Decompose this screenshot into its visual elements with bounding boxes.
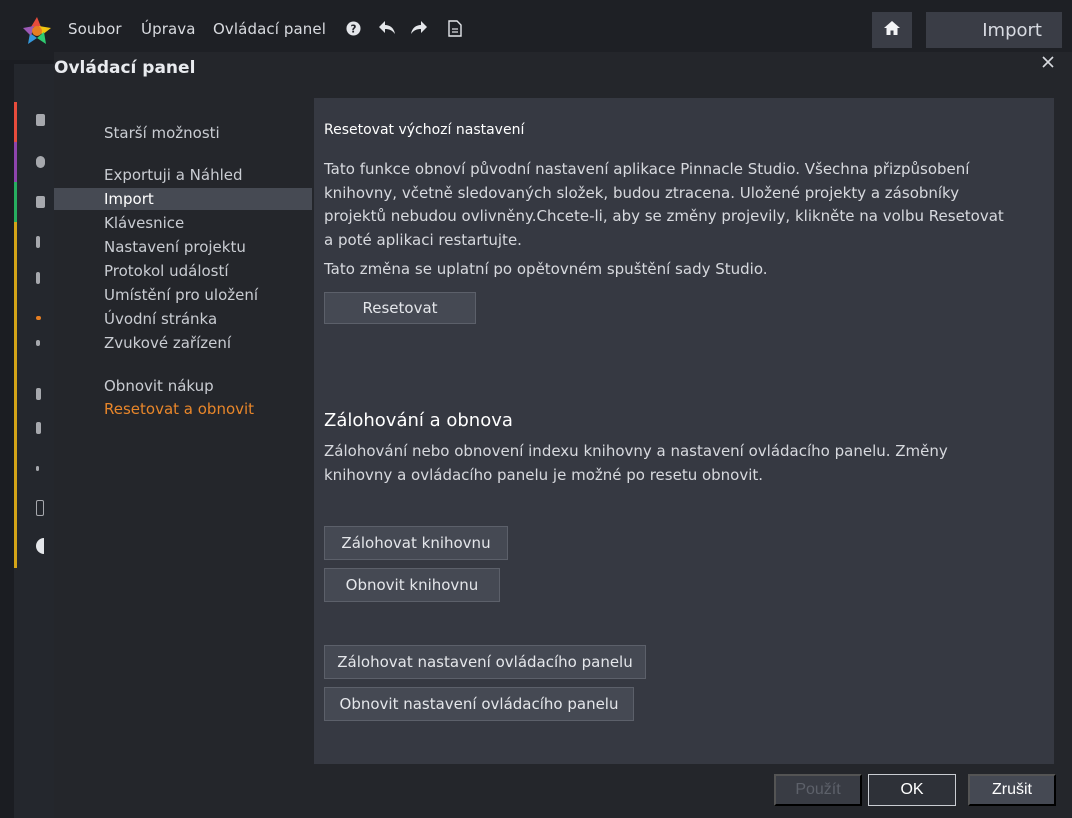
- bg-glyph: [36, 422, 41, 434]
- ok-button[interactable]: OK: [868, 774, 956, 806]
- bg-glyph: [36, 236, 40, 248]
- menu-file[interactable]: Soubor: [68, 20, 122, 38]
- sidebar-item-start-page[interactable]: Úvodní stránka: [54, 308, 312, 330]
- close-icon: [1042, 53, 1054, 72]
- dialog-title: Ovládací panel: [54, 58, 196, 78]
- tab-import[interactable]: Import: [926, 12, 1062, 48]
- document-icon[interactable]: [446, 19, 464, 37]
- bg-glyph: [36, 196, 45, 208]
- sidebar-item-reset-restore[interactable]: Resetovat a obnovit: [54, 398, 312, 420]
- sidebar-item-event-log[interactable]: Protokol událostí: [54, 260, 312, 282]
- bg-glyph: [36, 316, 41, 320]
- reset-section-title: Resetovat výchozí nastavení: [324, 122, 525, 138]
- reset-desc-line: projektů nebudou ovlivněny.Chcete-li, ab…: [324, 207, 1004, 225]
- menu-control-panel[interactable]: Ovládací panel: [213, 20, 326, 38]
- bg-glyph: [36, 156, 45, 168]
- undo-icon[interactable]: [378, 19, 396, 37]
- reset-desc-line: Tato funkce obnoví původní nastavení apl…: [324, 160, 970, 178]
- backup-library-button[interactable]: Zálohovat knihovnu: [324, 526, 508, 560]
- backup-desc-line: Zálohování nebo obnovení indexu knihovny…: [324, 442, 948, 460]
- home-button[interactable]: [872, 12, 912, 48]
- restore-settings-button[interactable]: Obnovit nastavení ovládacího panelu: [324, 687, 634, 721]
- sidebar-item-save-locations[interactable]: Umístění pro uložení: [54, 284, 312, 306]
- bg-tab-purple: [14, 142, 17, 182]
- settings-sidebar: Starší možnosti Exportuji a Náhled Impor…: [54, 98, 314, 764]
- svg-text:?: ?: [350, 23, 356, 35]
- bg-glyph: [36, 272, 40, 284]
- bg-glyph: [36, 340, 40, 346]
- help-icon[interactable]: ?: [344, 19, 362, 37]
- sidebar-item-audio-device[interactable]: Zvukové zařízení: [54, 332, 312, 354]
- redo-icon[interactable]: [410, 19, 428, 37]
- reset-desc-line: knihovny, včetně sledovaných složek, bud…: [324, 184, 960, 202]
- apply-button[interactable]: Použít: [774, 774, 862, 806]
- bg-glyph: [36, 114, 45, 126]
- reset-note: Tato změna se uplatní po opětovném spušt…: [324, 260, 768, 278]
- sidebar-item-restore-purchase[interactable]: Obnovit nákup: [54, 375, 312, 397]
- backup-section-title: Zálohování a obnova: [324, 410, 513, 431]
- bg-glyph: [36, 388, 41, 400]
- bg-glyph: [36, 538, 44, 554]
- app-toolbar: Soubor Úprava Ovládací panel ? Import: [0, 0, 1072, 60]
- sidebar-item-project-settings[interactable]: Nastavení projektu: [54, 236, 312, 258]
- bg-tab-green: [14, 182, 17, 222]
- control-panel-dialog: Ovládací panel Starší možnosti Exportuji…: [54, 52, 1072, 818]
- bg-glyph: [36, 466, 39, 471]
- backup-settings-button[interactable]: Zálohovat nastavení ovládacího panelu: [324, 645, 646, 679]
- backup-desc-line: knihovny a ovládacího panelu je možné po…: [324, 466, 764, 484]
- settings-content-panel: Resetovat výchozí nastavení Tato funkce …: [314, 98, 1054, 764]
- reset-button[interactable]: Resetovat: [324, 292, 476, 324]
- bg-tab-yellow: [14, 222, 17, 568]
- close-button[interactable]: [1038, 52, 1058, 72]
- cancel-button[interactable]: Zrušit: [968, 774, 1056, 806]
- restore-library-button[interactable]: Obnovit knihovnu: [324, 568, 500, 602]
- bg-glyph: [36, 500, 44, 516]
- sidebar-item-export-preview[interactable]: Exportuji a Náhled: [54, 164, 312, 186]
- bg-tab-red: [14, 102, 17, 142]
- sidebar-item-keyboard[interactable]: Klávesnice: [54, 212, 312, 234]
- sidebar-item-legacy-options[interactable]: Starší možnosti: [54, 122, 312, 144]
- reset-desc-line: a poté aplikaci restartujte.: [324, 231, 522, 249]
- background-panel-strip: [14, 64, 54, 818]
- sidebar-item-import[interactable]: Import: [54, 188, 312, 210]
- pinnacle-logo-icon: [22, 16, 52, 46]
- menu-edit[interactable]: Úprava: [141, 20, 196, 38]
- home-icon: [883, 19, 901, 41]
